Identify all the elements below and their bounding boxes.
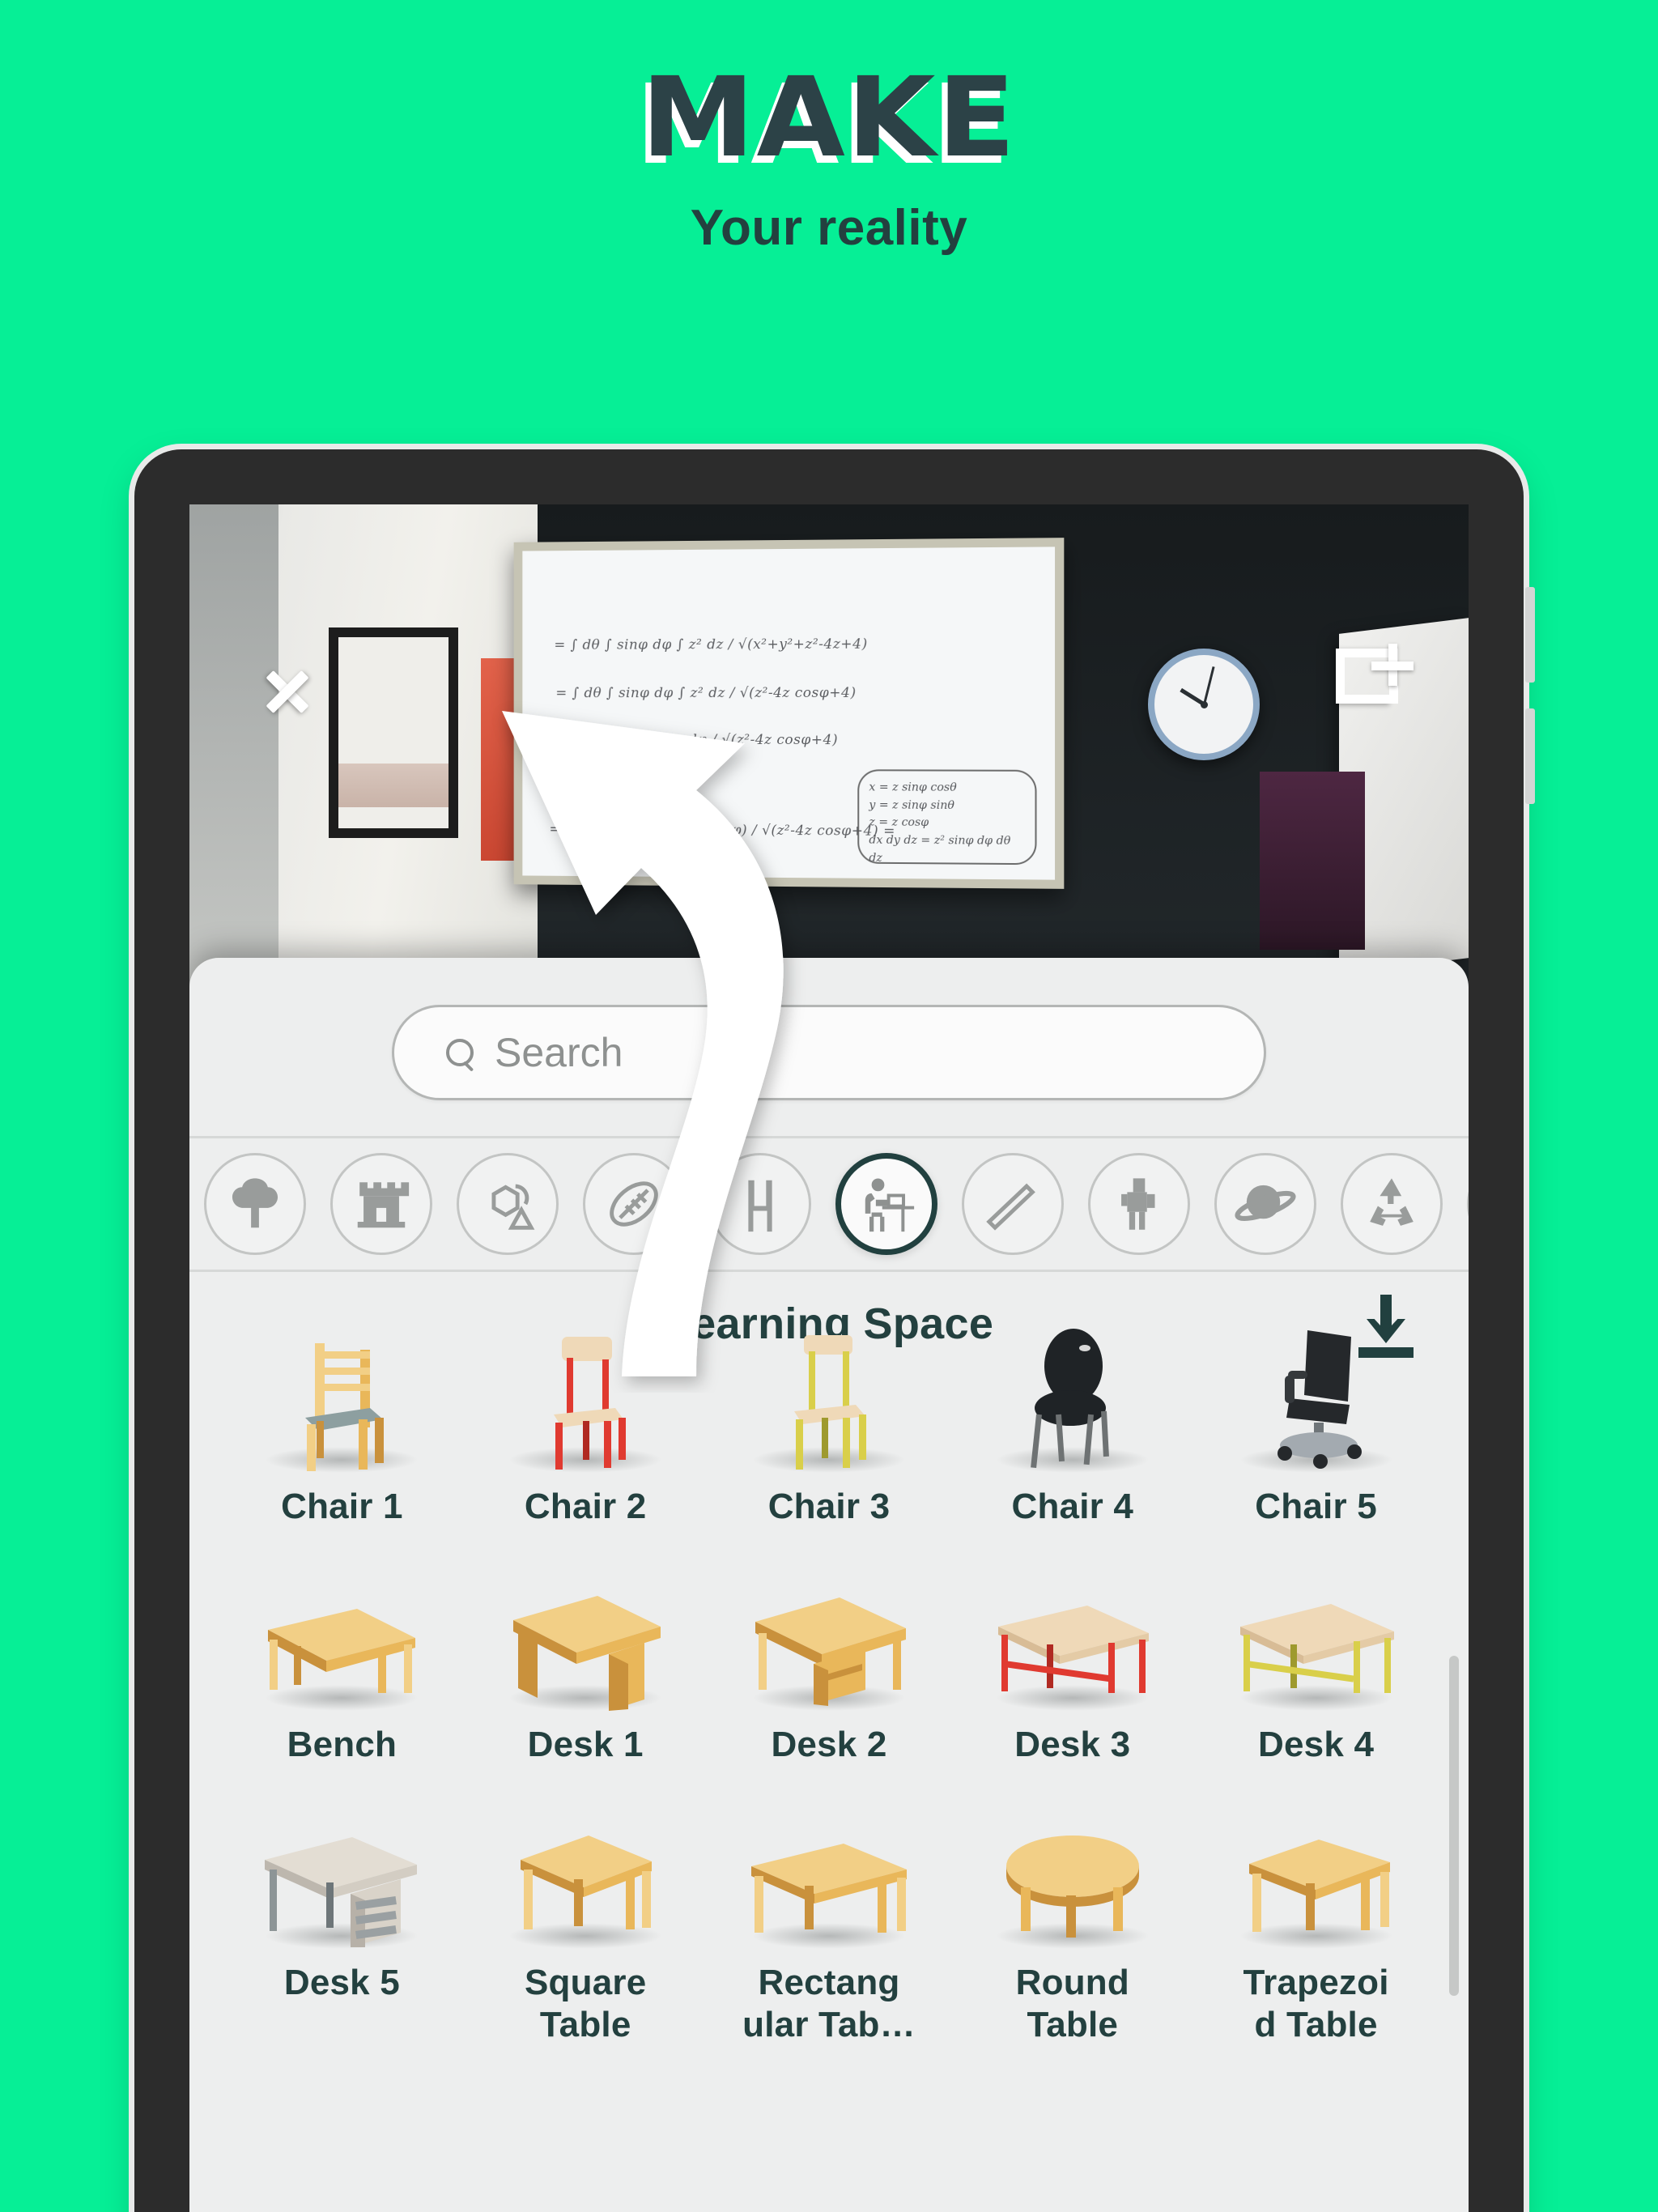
sidebar-item-sustainability[interactable] <box>1341 1153 1443 1255</box>
object-label: Trapezoi d Table <box>1244 1962 1389 2046</box>
object-label: Desk 4 <box>1258 1724 1374 1766</box>
tree-icon <box>223 1172 287 1236</box>
object-thumbnail <box>1216 1306 1417 1478</box>
object-label: Chair 2 <box>525 1486 647 1528</box>
page-subtitle: Your reality <box>0 199 1658 257</box>
object-thumbnail <box>1216 1782 1417 1954</box>
object-label: Desk 3 <box>1014 1724 1130 1766</box>
whiteboard-line-1: = ∫ dθ ∫ sinφ dφ ∫ z² dz / √(x²+y²+z²-4z… <box>554 636 867 653</box>
object-grid-item[interactable]: Trapezoi d Table <box>1194 1767 1438 2046</box>
object-grid-item[interactable]: Chair 3 <box>708 1291 951 1528</box>
sidebar-item-tools[interactable] <box>962 1153 1064 1255</box>
object-grid-item[interactable]: Desk 5 <box>220 1767 464 2046</box>
person-at-desk-icon <box>852 1170 920 1238</box>
object-thumbnail <box>241 1544 442 1716</box>
clock-pivot <box>1201 701 1208 708</box>
search-row: Search <box>189 958 1469 1136</box>
object-grid-item[interactable]: Chair 1 <box>220 1291 464 1528</box>
whiteboard-box-line-4: dx dy dz = z² sinφ dφ dθ dz <box>869 832 1025 869</box>
search-input[interactable]: Search <box>392 1005 1266 1100</box>
object-thumbnail <box>1216 1544 1417 1716</box>
object-browser-sheet: Search Learning Space Chair 1 Chair 2 Ch… <box>189 958 1469 2212</box>
object-label: Desk 2 <box>771 1724 886 1766</box>
object-grid-item[interactable]: Chair 2 <box>464 1291 708 1528</box>
purple-wall-panel <box>1260 772 1365 950</box>
football-icon <box>602 1172 665 1236</box>
figure-icon <box>1107 1172 1171 1236</box>
tablet-screen: = ∫ dθ ∫ sinφ dφ ∫ z² dz / √(x²+y²+z²-4z… <box>189 504 1469 2212</box>
object-grid-scroll[interactable]: Chair 1 Chair 2 Chair 3 Chair 4 Chair 5 … <box>189 1291 1469 2212</box>
object-grid-item[interactable]: Rectang ular Tab… <box>708 1767 951 2046</box>
object-thumbnail <box>485 1306 686 1478</box>
object-grid-item[interactable]: Desk 1 <box>464 1529 708 1766</box>
object-label: Square Table <box>525 1962 646 2046</box>
whiteboard-line-2: = ∫ dθ ∫ sinφ dφ ∫ z² dz / √(z²-4z cosφ+… <box>555 685 856 701</box>
wall-clock <box>1148 649 1260 760</box>
object-label: Chair 5 <box>1255 1486 1377 1528</box>
tablet-frame: = ∫ dθ ∫ sinφ dφ ∫ z² dz / √(x²+y²+z²-4z… <box>134 449 1524 2212</box>
object-thumbnail <box>729 1544 929 1716</box>
object-grid-item[interactable]: Bench <box>220 1529 464 1766</box>
object-grid-item[interactable]: Desk 2 <box>708 1529 951 1766</box>
object-grid-item[interactable]: Chair 5 <box>1194 1291 1438 1528</box>
object-thumbnail <box>729 1306 929 1478</box>
object-label: Chair 3 <box>768 1486 891 1528</box>
object-label: Desk 1 <box>528 1724 644 1766</box>
object-grid-item[interactable]: Desk 3 <box>950 1529 1194 1766</box>
whiteboard-substitution-box: x = z sinφ cosθ y = z sinφ sinθ z = z co… <box>857 769 1036 865</box>
object-label: Bench <box>287 1724 397 1766</box>
object-thumbnail <box>972 1544 1173 1716</box>
sidebar-item-space[interactable] <box>1214 1153 1316 1255</box>
recycle-icon <box>1360 1172 1423 1236</box>
search-icon <box>446 1039 474 1066</box>
object-label: Desk 5 <box>284 1962 400 2004</box>
sidebar-item-architecture[interactable] <box>330 1153 432 1255</box>
category-strip[interactable] <box>189 1136 1469 1272</box>
whiteboard-box-line-3: z = z cosφ <box>869 815 1025 833</box>
sidebar-item-furniture[interactable] <box>709 1153 811 1255</box>
page-title: MAKE <box>0 63 1658 173</box>
tablet-side-button <box>1525 708 1535 804</box>
object-label: Chair 4 <box>1012 1486 1134 1528</box>
promo-header: MAKE Your reality <box>0 0 1658 257</box>
object-thumbnail <box>972 1306 1173 1478</box>
object-grid-item[interactable]: Square Table <box>464 1767 708 2046</box>
object-thumbnail <box>972 1782 1173 1954</box>
object-label: Rectang ular Tab… <box>742 1962 916 2046</box>
whiteboard-box-line-1: x = z sinφ cosθ <box>869 779 1025 798</box>
object-thumbnail <box>485 1544 686 1716</box>
object-thumbnail <box>241 1306 442 1478</box>
sidebar-item-learning-space[interactable] <box>835 1153 937 1255</box>
clock-minute-hand <box>1203 666 1215 704</box>
whiteboard-box-line-2: y = z sinφ sinθ <box>869 797 1025 815</box>
object-thumbnail <box>241 1782 442 1954</box>
sidebar-item-sports[interactable] <box>583 1153 685 1255</box>
castle-icon <box>350 1172 413 1236</box>
object-grid-item[interactable]: Chair 4 <box>950 1291 1194 1528</box>
planet-icon <box>1234 1172 1297 1236</box>
sidebar-item-shapes[interactable] <box>457 1153 559 1255</box>
add-object-frame-icon[interactable] <box>1336 649 1399 712</box>
sidebar-item-characters[interactable] <box>1088 1153 1190 1255</box>
chair-icon <box>729 1172 792 1236</box>
object-thumbnail <box>729 1782 929 1954</box>
whiteboard: = ∫ dθ ∫ sinφ dφ ∫ z² dz / √(x²+y²+z²-4z… <box>514 538 1065 889</box>
object-thumbnail <box>485 1782 686 1954</box>
pen-icon <box>981 1172 1044 1236</box>
object-label: Round Table <box>1016 1962 1129 2046</box>
scrollbar[interactable] <box>1449 1656 1459 1996</box>
whiteboard-line-4: = 2π ∫ z²/2 dz ∫ d(-4z cosφ) / √(z²-4z c… <box>550 821 896 839</box>
room-left-wall-edge <box>189 504 278 1006</box>
sidebar-item-transport[interactable] <box>1467 1153 1469 1255</box>
search-placeholder: Search <box>495 1029 623 1076</box>
close-icon[interactable] <box>262 666 312 717</box>
sidebar-item-nature[interactable] <box>204 1153 306 1255</box>
framed-artwork <box>329 627 458 838</box>
3d-shapes-icon <box>476 1172 539 1236</box>
object-label: Chair 1 <box>281 1486 403 1528</box>
object-grid-item[interactable]: Round Table <box>950 1767 1194 2046</box>
object-grid-item[interactable]: Desk 4 <box>1194 1529 1438 1766</box>
whiteboard-line-3: = 2π ∫ z² dz ∫ sinφ dφ / √(z²-4z cosφ+4) <box>550 732 839 748</box>
object-grid: Chair 1 Chair 2 Chair 3 Chair 4 Chair 5 … <box>189 1291 1469 2046</box>
